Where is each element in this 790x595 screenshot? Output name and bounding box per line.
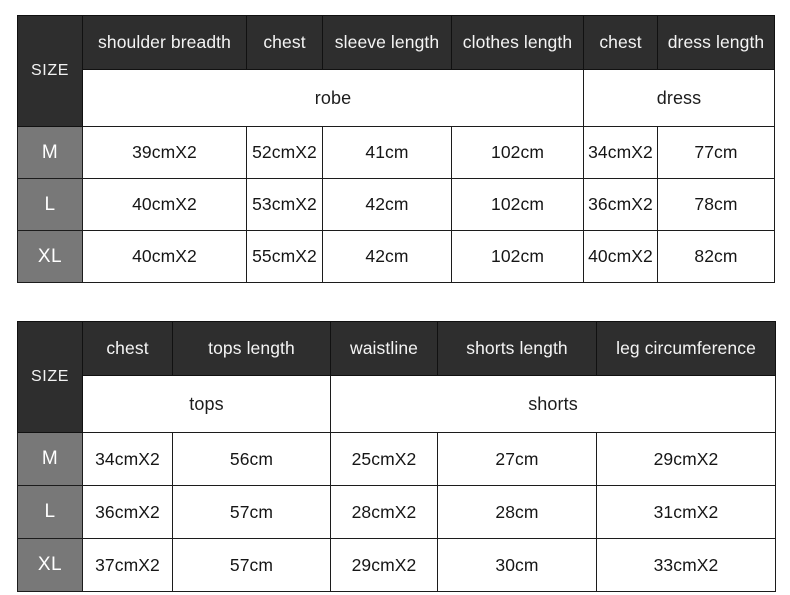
- cell-value: 40cmX2: [583, 230, 658, 283]
- table-group-row: robe dress: [18, 69, 775, 127]
- size-label-xl: XL: [17, 538, 83, 592]
- cell-value: 57cm: [172, 485, 331, 539]
- group-label-tops: tops: [82, 375, 331, 433]
- cell-value: 29cmX2: [596, 432, 776, 486]
- group-label-robe: robe: [82, 69, 584, 127]
- cell-value: 42cm: [322, 178, 452, 231]
- cell-value: 42cm: [322, 230, 452, 283]
- table-group-row: tops shorts: [18, 375, 776, 433]
- column-header-shoulder-breadth: shoulder breadth: [82, 15, 247, 70]
- size-label-m: M: [17, 126, 83, 179]
- table-row: M 39cmX2 52cmX2 41cm 102cm 34cmX2 77cm: [17, 126, 775, 179]
- size-column-header: SIZE: [17, 15, 83, 127]
- cell-value: 33cmX2: [596, 538, 776, 592]
- cell-value: 37cmX2: [82, 538, 173, 592]
- cell-value: 25cmX2: [330, 432, 438, 486]
- table-row: L 36cmX2 57cm 28cmX2 28cm 31cmX2: [17, 485, 776, 539]
- cell-value: 102cm: [451, 126, 584, 179]
- table-row: M 34cmX2 56cm 25cmX2 27cm 29cmX2: [17, 432, 776, 486]
- size-label-l: L: [17, 178, 83, 231]
- column-header-sleeve-length: sleeve length: [322, 15, 452, 70]
- size-table-tops-shorts: SIZE chest tops length waistline shorts …: [17, 321, 776, 592]
- size-label-l: L: [17, 485, 83, 539]
- size-chart-sheet: SIZE shoulder breadth chest sleeve lengt…: [0, 0, 790, 595]
- cell-value: 56cm: [172, 432, 331, 486]
- cell-value: 34cmX2: [583, 126, 658, 179]
- column-header-chest-robe: chest: [246, 15, 323, 70]
- cell-value: 41cm: [322, 126, 452, 179]
- cell-value: 55cmX2: [246, 230, 323, 283]
- column-header-chest-dress: chest: [583, 15, 658, 70]
- column-header-dress-length: dress length: [657, 15, 775, 70]
- size-label-xl: XL: [17, 230, 83, 283]
- cell-value: 39cmX2: [82, 126, 247, 179]
- table-header-row: SIZE shoulder breadth chest sleeve lengt…: [17, 15, 775, 127]
- cell-value: 29cmX2: [330, 538, 438, 592]
- cell-value: 28cm: [437, 485, 597, 539]
- group-label-dress: dress: [583, 69, 775, 127]
- cell-value: 40cmX2: [82, 230, 247, 283]
- column-header-leg-circumference: leg circumference: [596, 321, 776, 376]
- cell-value: 82cm: [657, 230, 775, 283]
- table-row: XL 37cmX2 57cm 29cmX2 30cm 33cmX2: [17, 538, 776, 592]
- size-label-m: M: [17, 432, 83, 486]
- cell-value: 30cm: [437, 538, 597, 592]
- group-label-shorts: shorts: [330, 375, 776, 433]
- cell-value: 102cm: [451, 178, 584, 231]
- cell-value: 40cmX2: [82, 178, 247, 231]
- size-column-header: SIZE: [17, 321, 83, 433]
- cell-value: 27cm: [437, 432, 597, 486]
- cell-value: 78cm: [657, 178, 775, 231]
- table-row: L 40cmX2 53cmX2 42cm 102cm 36cmX2 78cm: [17, 178, 775, 231]
- column-header-tops-length: tops length: [172, 321, 331, 376]
- cell-value: 53cmX2: [246, 178, 323, 231]
- cell-value: 36cmX2: [583, 178, 658, 231]
- column-header-waistline: waistline: [330, 321, 438, 376]
- cell-value: 28cmX2: [330, 485, 438, 539]
- column-header-chest-tops: chest: [82, 321, 173, 376]
- cell-value: 52cmX2: [246, 126, 323, 179]
- cell-value: 102cm: [451, 230, 584, 283]
- column-header-clothes-length: clothes length: [451, 15, 584, 70]
- column-header-shorts-length: shorts length: [437, 321, 597, 376]
- cell-value: 77cm: [657, 126, 775, 179]
- cell-value: 34cmX2: [82, 432, 173, 486]
- cell-value: 31cmX2: [596, 485, 776, 539]
- cell-value: 36cmX2: [82, 485, 173, 539]
- size-table-robe-dress: SIZE shoulder breadth chest sleeve lengt…: [17, 15, 775, 283]
- table-row: XL 40cmX2 55cmX2 42cm 102cm 40cmX2 82cm: [17, 230, 775, 283]
- cell-value: 57cm: [172, 538, 331, 592]
- table-header-row: SIZE chest tops length waistline shorts …: [17, 321, 776, 433]
